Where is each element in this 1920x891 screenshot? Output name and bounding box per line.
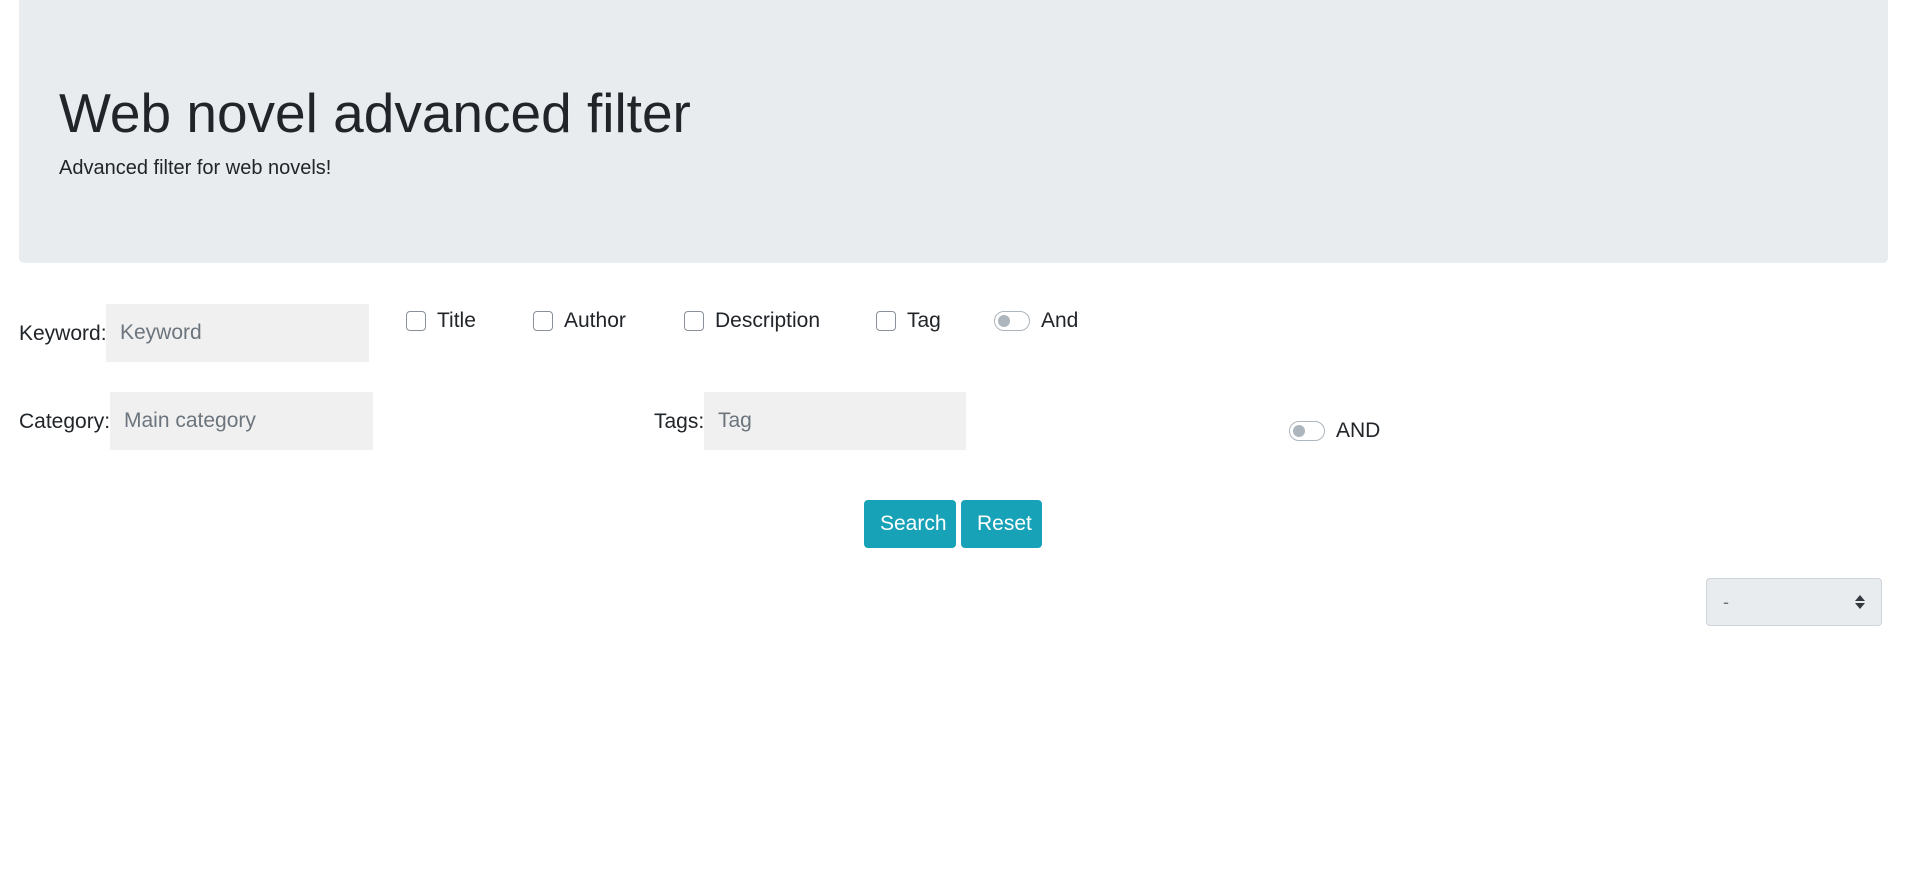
checkbox-author[interactable]: Author [533, 306, 626, 336]
tags-label: Tags: [654, 410, 705, 433]
toggle-knob [998, 315, 1010, 327]
title-checkbox-label: Title [437, 309, 476, 332]
author-checkbox-label: Author [564, 309, 626, 332]
keyword-and-switch[interactable]: And [994, 306, 1078, 336]
checkbox-description[interactable]: Description [684, 306, 820, 336]
author-checkbox-box[interactable] [533, 311, 553, 331]
tag-checkbox-box[interactable] [876, 311, 896, 331]
sort-select[interactable]: - [1706, 578, 1882, 626]
description-checkbox-box[interactable] [684, 311, 704, 331]
description-checkbox-label: Description [715, 309, 821, 332]
keyword-and-toggle[interactable] [994, 311, 1030, 331]
checkbox-title[interactable]: Title [406, 306, 476, 336]
keyword-and-label: And [1041, 309, 1079, 332]
toggle-knob [1293, 425, 1305, 437]
category-label: Category: [19, 410, 111, 433]
tag-checkbox-label: Tag [907, 309, 941, 332]
header-jumbotron: Web novel advanced filter Advanced filte… [19, 0, 1888, 263]
search-button[interactable]: Search [864, 500, 956, 548]
keyword-label: Keyword: [19, 322, 107, 345]
category-input[interactable] [110, 392, 373, 450]
tags-and-switch[interactable]: AND [1289, 416, 1380, 446]
checkbox-tag[interactable]: Tag [876, 306, 941, 336]
tags-and-label: AND [1336, 419, 1381, 442]
page-title: Web novel advanced filter [59, 82, 691, 144]
tags-input[interactable] [704, 392, 966, 450]
tags-and-toggle[interactable] [1289, 421, 1325, 441]
keyword-input[interactable] [106, 304, 369, 362]
sort-selected-value: - [1723, 591, 1729, 612]
select-arrows-icon [1855, 595, 1865, 609]
page-subtitle: Advanced filter for web novels! [59, 157, 332, 179]
reset-button[interactable]: Reset [961, 500, 1042, 548]
title-checkbox-box[interactable] [406, 311, 426, 331]
